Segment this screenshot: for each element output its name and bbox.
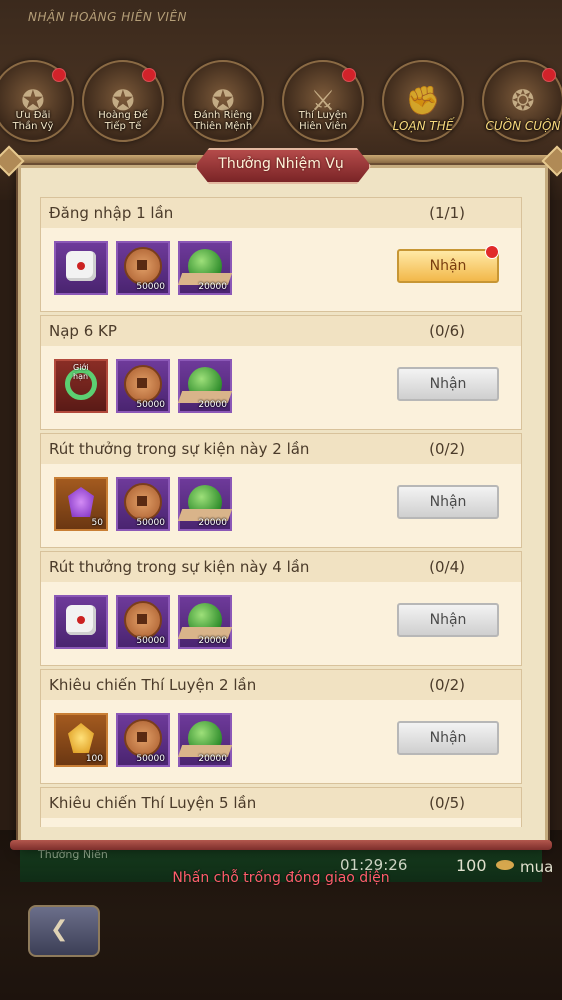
notification-dot bbox=[142, 68, 156, 82]
fist-icon: ✊ bbox=[405, 83, 441, 117]
reward-slot[interactable]: 20000 bbox=[178, 713, 232, 767]
lion-icon: ❂ bbox=[511, 83, 535, 117]
yellow-gem-icon bbox=[68, 723, 94, 753]
reward-count: 50000 bbox=[136, 282, 165, 292]
reward-slot[interactable] bbox=[54, 241, 108, 295]
reward-count: 50000 bbox=[136, 754, 165, 764]
task-list[interactable]: Đăng nhập 1 lần (1/1) 50000 20000 Nhận N… bbox=[40, 197, 522, 827]
reward-slot[interactable] bbox=[54, 595, 108, 649]
task-card: Nạp 6 KP (0/6) Giới hạn 50000 20000 Nhận bbox=[40, 315, 522, 430]
jade-icon bbox=[188, 485, 222, 519]
task-name: Khiêu chiến Thí Luyện 5 lần bbox=[49, 794, 257, 812]
jade-icon bbox=[188, 367, 222, 401]
reward-count: 20000 bbox=[198, 282, 227, 292]
reward-slot[interactable]: 50000 bbox=[116, 595, 170, 649]
reward-count: 20000 bbox=[198, 754, 227, 764]
event-icon-5[interactable]: ✊ LOẠN THẾ bbox=[382, 60, 464, 142]
reward-slot[interactable]: 100 bbox=[54, 713, 108, 767]
event-label-6: CUỒN CUỘN bbox=[485, 119, 561, 133]
event-label-2: Hoàng Đế Tiếp Tế bbox=[98, 110, 148, 132]
event-icon-row: ✪ Ưu Đãi Thần Vỹ ✪ Hoàng Đế Tiếp Tế ✪ Đá… bbox=[0, 60, 562, 150]
modal-bottom-rail bbox=[10, 840, 552, 850]
task-card: Khiêu chiến Thí Luyện 5 lần (0/5) bbox=[40, 787, 522, 827]
reward-slot[interactable]: 50000 bbox=[116, 359, 170, 413]
notification-dot bbox=[52, 68, 66, 82]
claim-button[interactable]: Nhận bbox=[397, 367, 499, 401]
task-name: Khiêu chiến Thí Luyện 2 lần bbox=[49, 676, 257, 694]
coin-icon bbox=[124, 719, 162, 757]
claim-button[interactable]: Nhận bbox=[397, 603, 499, 637]
limited-tag: Giới hạn bbox=[73, 363, 89, 381]
event-icon-2[interactable]: ✪ Hoàng Đế Tiếp Tế bbox=[82, 60, 164, 142]
notification-dot bbox=[342, 68, 356, 82]
task-name: Rút thưởng trong sự kiện này 4 lần bbox=[49, 558, 310, 576]
reward-slot[interactable]: 20000 bbox=[178, 477, 232, 531]
task-name: Rút thưởng trong sự kiện này 2 lần bbox=[49, 440, 310, 458]
reward-count: 50000 bbox=[136, 636, 165, 646]
event-icon-4[interactable]: ⚔ Thí Luyện Hiên Viên bbox=[282, 60, 364, 142]
jade-icon bbox=[188, 249, 222, 283]
task-card: Rút thưởng trong sự kiện này 2 lần (0/2)… bbox=[40, 433, 522, 548]
task-name: Đăng nhập 1 lần bbox=[49, 204, 174, 222]
jade-icon bbox=[188, 721, 222, 755]
event-label-5: LOẠN THẾ bbox=[392, 119, 454, 133]
task-progress: (1/1) bbox=[429, 204, 465, 222]
dice-icon bbox=[66, 251, 96, 281]
notification-dot bbox=[542, 68, 556, 82]
reward-count: 50000 bbox=[136, 400, 165, 410]
claim-button[interactable]: Nhận bbox=[397, 721, 499, 755]
chevron-left-icon: ❮ bbox=[50, 917, 69, 942]
task-progress: (0/4) bbox=[429, 558, 465, 576]
reward-slot[interactable]: 20000 bbox=[178, 595, 232, 649]
reward-count: 50000 bbox=[136, 518, 165, 528]
notification-dot bbox=[485, 245, 499, 259]
reward-count: 20000 bbox=[198, 400, 227, 410]
reward-slot[interactable]: 50000 bbox=[116, 713, 170, 767]
task-card: Khiêu chiến Thí Luyện 2 lần (0/2) 100 50… bbox=[40, 669, 522, 784]
reward-slot[interactable]: 50 bbox=[54, 477, 108, 531]
reward-slot[interactable]: Giới hạn bbox=[54, 359, 108, 413]
close-hint: Nhấn chỗ trống đóng giao diện bbox=[172, 870, 390, 886]
reward-count: 50 bbox=[91, 518, 103, 528]
event-icon-3[interactable]: ✪ Đánh Riêng Thiên Mệnh bbox=[182, 60, 264, 142]
reward-count: 20000 bbox=[198, 518, 227, 528]
task-progress: (0/6) bbox=[429, 322, 465, 340]
background-title: NHẬN HOÀNG HIÊN VIÊN bbox=[28, 10, 188, 24]
modal-title: Thưởng Nhiệm Vụ bbox=[218, 156, 344, 172]
coin-icon bbox=[124, 483, 162, 521]
task-progress: (0/2) bbox=[429, 676, 465, 694]
event-icon-1[interactable]: ✪ Ưu Đãi Thần Vỹ bbox=[0, 60, 74, 142]
reward-slot[interactable]: 20000 bbox=[178, 359, 232, 413]
task-progress: (0/2) bbox=[429, 440, 465, 458]
claim-button[interactable]: Nhận bbox=[397, 485, 499, 519]
reward-slot[interactable]: 20000 bbox=[178, 241, 232, 295]
dice-icon bbox=[66, 605, 96, 635]
coin-icon bbox=[496, 860, 514, 870]
coin-icon bbox=[124, 247, 162, 285]
coin-icon bbox=[124, 365, 162, 403]
reward-slot[interactable]: 50000 bbox=[116, 241, 170, 295]
coin-icon bbox=[124, 601, 162, 639]
task-progress: (0/5) bbox=[429, 794, 465, 812]
event-label-4: Thí Luyện Hiên Viên bbox=[298, 110, 348, 132]
task-name: Nạp 6 KP bbox=[49, 322, 117, 340]
task-card: Rút thưởng trong sự kiện này 4 lần (0/4)… bbox=[40, 551, 522, 666]
reward-count: 20000 bbox=[198, 636, 227, 646]
event-label-1: Ưu Đãi Thần Vỹ bbox=[12, 110, 54, 132]
purple-gem-icon bbox=[68, 487, 94, 517]
back-button[interactable]: ❮ bbox=[28, 905, 100, 957]
reward-slot[interactable]: 50000 bbox=[116, 477, 170, 531]
event-icon-6[interactable]: ❂ CUỒN CUỘN bbox=[482, 60, 562, 142]
event-label-3: Đánh Riêng Thiên Mệnh bbox=[193, 110, 253, 132]
jade-icon bbox=[188, 603, 222, 637]
task-card: Đăng nhập 1 lần (1/1) 50000 20000 Nhận bbox=[40, 197, 522, 312]
reward-count: 100 bbox=[85, 754, 103, 764]
claim-button[interactable]: Nhận bbox=[397, 249, 499, 283]
